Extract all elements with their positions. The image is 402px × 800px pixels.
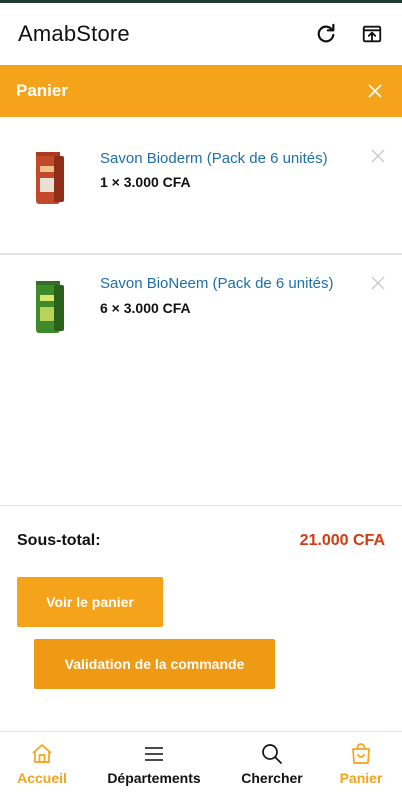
nav-item-search[interactable]: Chercher <box>224 732 320 800</box>
close-icon[interactable] <box>364 80 386 102</box>
product-quantity-price: 6 × 3.000 CFA <box>100 300 191 316</box>
search-icon <box>260 742 284 766</box>
bottom-navigation: Accueil Départements Chercher Panier <box>0 732 402 800</box>
nav-item-departments[interactable]: Départements <box>84 732 224 800</box>
shopping-bag-icon <box>349 742 373 766</box>
open-external-icon[interactable] <box>360 22 384 46</box>
remove-item-icon[interactable] <box>370 148 386 164</box>
cart-item: Savon Bioderm (Pack de 6 unités) 1 × 3.0… <box>0 118 402 254</box>
app-bar-actions <box>314 22 384 46</box>
nav-item-home[interactable]: Accueil <box>0 732 84 800</box>
product-name-link[interactable]: Savon BioNeem (Pack de 6 unités) <box>100 275 333 292</box>
remove-item-icon[interactable] <box>370 275 386 291</box>
home-icon <box>30 742 54 766</box>
view-cart-button[interactable]: Voir le panier <box>17 577 163 627</box>
nav-label: Départements <box>107 770 201 786</box>
refresh-icon[interactable] <box>314 22 338 46</box>
nav-item-cart[interactable]: Panier <box>320 732 402 800</box>
cart-header: Panier <box>0 65 402 117</box>
app-bar: AmabStore <box>0 3 402 65</box>
nav-label: Chercher <box>241 770 303 786</box>
product-image[interactable] <box>30 277 70 337</box>
cart-item: Savon BioNeem (Pack de 6 unités) 6 × 3.0… <box>0 254 402 364</box>
nav-label: Panier <box>339 770 383 786</box>
app-title: AmabStore <box>18 21 130 46</box>
menu-icon <box>142 742 166 766</box>
cart-title: Panier <box>16 81 68 100</box>
subtotal-label: Sous-total: <box>17 532 101 549</box>
product-name-link[interactable]: Savon Bioderm (Pack de 6 unités) <box>100 150 328 167</box>
product-quantity-price: 1 × 3.000 CFA <box>100 174 191 190</box>
divider <box>0 505 402 506</box>
product-image[interactable] <box>30 148 70 208</box>
nav-label: Accueil <box>17 770 67 786</box>
subtotal-value: 21.000 CFA <box>299 532 385 549</box>
checkout-button[interactable]: Validation de la commande <box>34 639 275 689</box>
